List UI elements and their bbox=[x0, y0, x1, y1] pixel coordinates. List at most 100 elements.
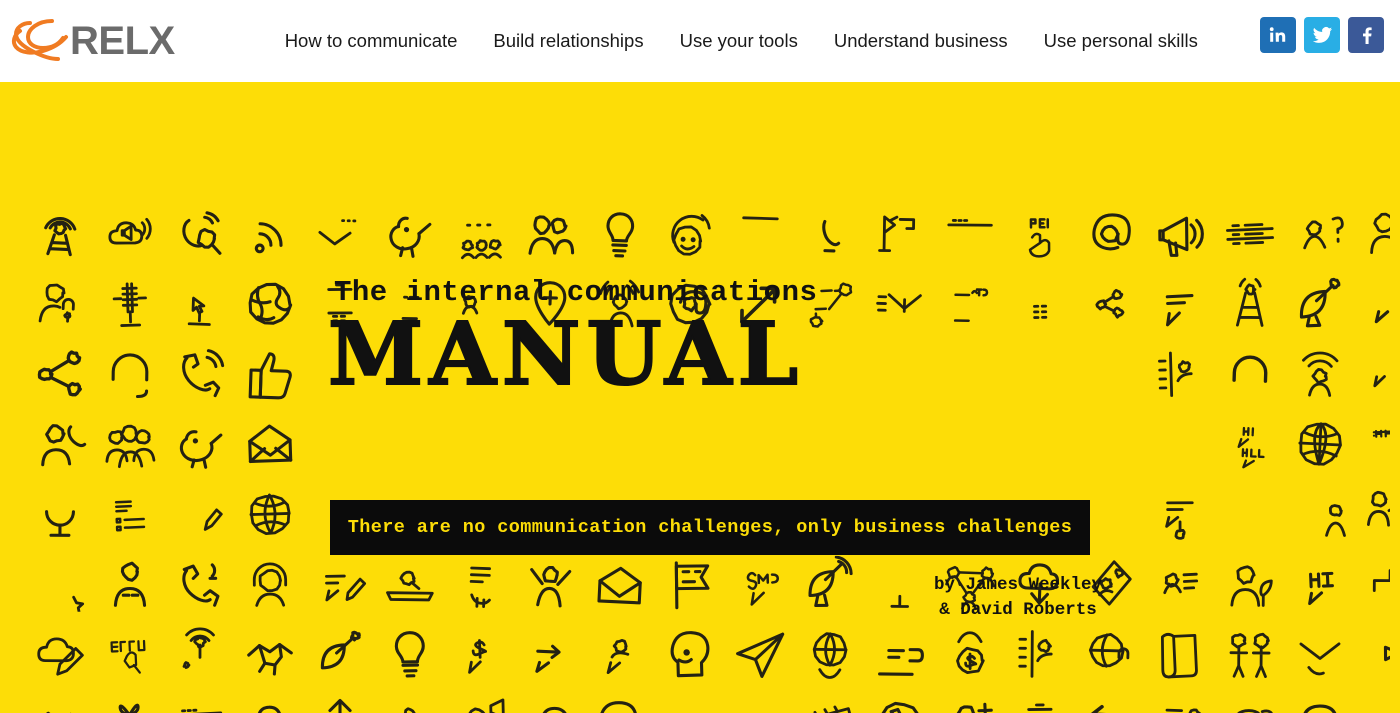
person-cheer-icon bbox=[521, 555, 580, 614]
dashboard-window-icon: M15.907781601374868 21.781225325437834 L… bbox=[942, 206, 998, 262]
handshake-icon bbox=[31, 695, 90, 713]
lightbulb-chat-icon bbox=[381, 625, 438, 682]
satellite-icon bbox=[802, 555, 859, 613]
person-add-icon bbox=[941, 695, 999, 713]
globe-hand-icon bbox=[802, 626, 859, 683]
hero-tagline-text: There are no communication challenges, o… bbox=[347, 517, 1073, 538]
speech-pencil-icon: M20.95784664198656 23.312045218102654 L6… bbox=[311, 555, 368, 612]
megaphone-icon bbox=[1152, 206, 1209, 263]
presenter-board-icon: M58.055284023310655 48.49985848483623 L8… bbox=[1361, 485, 1390, 543]
satellite-dish-small-icon bbox=[311, 625, 368, 682]
calculator-icon: M32.05759011304825 6.652719021147452 L68… bbox=[1361, 695, 1390, 713]
tv-screen-icon: M18.723597528284227 20.792563438784594 L… bbox=[732, 696, 789, 713]
support-agent-icon: M17.887508393678587 49.006015778987674 L… bbox=[242, 556, 299, 613]
rss-feed-icon: M24.405946254919257 14.745479226459507 L… bbox=[242, 206, 299, 263]
megaphone-person-icon bbox=[451, 695, 508, 713]
nav-item-use-personal-skills[interactable]: Use personal skills bbox=[1044, 30, 1198, 52]
phone-search-icon bbox=[172, 206, 229, 263]
contact-book-icon: M28.586766840697624 13.127224923636403 L… bbox=[1151, 345, 1209, 403]
speech-pair-icon: M21.453827620695264 18.778390885693202 L… bbox=[1361, 345, 1390, 403]
mobile-link-icon: M37.4457435619299 8.69349288972723 L64.7… bbox=[662, 696, 718, 713]
head-heart-icon bbox=[592, 696, 649, 713]
money-person-icon bbox=[942, 626, 998, 682]
submit-button-icon: M13.513604760409148 16.752167941421348 L… bbox=[101, 625, 159, 683]
brand-logo[interactable]: RELX bbox=[8, 15, 175, 67]
twitter-icon[interactable] bbox=[1304, 17, 1340, 53]
relx-ampersand-mark-icon bbox=[8, 15, 70, 67]
cloud-megaphone-icon bbox=[102, 206, 158, 262]
server-rack-icon: M14.934858680672413 26.04836177921312 L8… bbox=[1221, 205, 1279, 263]
cloud-sync-icon bbox=[241, 695, 299, 713]
coffee-mug-icon: M24.41906261556738 29.645133019259728 L6… bbox=[872, 626, 929, 683]
phone-idea-icon bbox=[172, 556, 228, 612]
headset-icon: M14.014556407935245 56.06152497514222 L2… bbox=[102, 346, 159, 403]
facebook-icon[interactable] bbox=[1348, 17, 1384, 53]
nav-item-build-relationships[interactable]: Build relationships bbox=[493, 30, 643, 52]
presenter-chat-icon: M19.26485633908997 12.270730972416107 L5… bbox=[1151, 695, 1209, 713]
satellite-document-icon: M58.92791175978627 43.43439674444236 L82… bbox=[872, 206, 929, 263]
hi-hello-bubbles-icon: M29.230110169029846 13.921875001826265 L… bbox=[1221, 415, 1279, 473]
linkedin-icon[interactable] bbox=[1260, 17, 1296, 53]
share-icon bbox=[31, 345, 88, 402]
news-list-icon: M19.012411237234442 15.977298260655859 L… bbox=[101, 485, 159, 543]
contact-list-icon: M27.649587631528075 10.020895124422804 L… bbox=[1012, 626, 1068, 682]
person-lock-icon: M50.64656829864093 58.15174877743784 L78… bbox=[1361, 205, 1390, 263]
vcard-icon: M19.534843075803874 17.01585817384341 L8… bbox=[1151, 555, 1210, 614]
nav-item-understand-business[interactable]: Understand business bbox=[834, 30, 1008, 52]
at-symbol-icon bbox=[1082, 206, 1138, 262]
radio-tower-icon bbox=[1222, 276, 1279, 333]
flag-icon bbox=[662, 556, 719, 613]
nav-item-how-to-communicate[interactable]: How to communicate bbox=[285, 30, 458, 52]
person-call-icon bbox=[31, 415, 89, 473]
clipboard-icon: M24.118049741311953 15.631543637081768 L… bbox=[1221, 485, 1279, 543]
globe-lock-icon: M63.02076339862345 54.36674880998523 L86… bbox=[1081, 625, 1138, 682]
hi-bubble-icon: M21.307444692266845 19.23897218761918 L7… bbox=[1291, 555, 1350, 614]
wifi-router-icon: M15.943416595898297 57.475010039040356 L… bbox=[172, 626, 228, 682]
document-star-icon: M27.070954324244966 13.92496204558991 L7… bbox=[32, 556, 89, 613]
scroll-document-icon: M49.420825572181876 33.88765907352216 L7… bbox=[1151, 625, 1210, 684]
envelope-chat-icon: M17.601689338964267 45.99187576863537 L6… bbox=[311, 205, 368, 262]
cloud-pencil-icon bbox=[32, 626, 88, 682]
monitor-cursor-icon: M15.907106399958536 16.72520649466906 L8… bbox=[171, 275, 229, 333]
broadcast-user-icon bbox=[1291, 345, 1348, 402]
nav-item-use-your-tools[interactable]: Use your tools bbox=[680, 30, 798, 52]
person-lock-icon: M52.19104528529152 57.67869520265548 L78… bbox=[31, 275, 90, 334]
satellite-dish-icon bbox=[1291, 275, 1349, 333]
hero-title-block: The internal communications MANUAL There… bbox=[320, 278, 1102, 620]
site-header: RELX How to communicate Build relationsh… bbox=[0, 0, 1400, 82]
globe-wire-icon bbox=[241, 485, 299, 543]
idea-person-icon: M27.05423641347058 18.52946758388051 L75… bbox=[591, 625, 649, 683]
gift-box-icon: M18.63490306149931 32.107699394276224 L8… bbox=[101, 695, 160, 713]
thumbs-up-icon bbox=[241, 345, 299, 403]
projector-icon: M18.776363016933374 47.899653435638015 L… bbox=[381, 695, 439, 713]
person-plant-icon bbox=[1222, 556, 1279, 613]
post-hand-icon: M26.1473970418551 13.165421487374893 L73… bbox=[1012, 206, 1068, 262]
paper-plane-icon bbox=[732, 626, 789, 683]
globe-icon bbox=[241, 275, 300, 334]
chat-bubble-icon: M21.70228445702339 17.749406815389825 L7… bbox=[1151, 275, 1210, 334]
presenter-icon: M19.770927907792352 12.107092380573551 L… bbox=[1292, 486, 1348, 542]
headphones-icon: M18.19100761469035 59.10989189292765 L23… bbox=[1221, 345, 1279, 403]
byline-line-1: by James Weekley bbox=[933, 575, 1103, 595]
browser-window-icon: M17.101707683457857 16.63554525404961 L8… bbox=[171, 695, 230, 713]
main-navigation: How to communicate Build relationships U… bbox=[285, 30, 1198, 52]
person-badge-icon bbox=[102, 556, 158, 612]
group-chat-icon: M22.265043974511812 18.81913733613637 L7… bbox=[452, 206, 509, 263]
mail-open-icon: M31.87477767531517 30.989516617026887 L6… bbox=[591, 555, 650, 614]
sms-bubble-icon: M20.43146145410438 16.49849844002095 L80… bbox=[731, 555, 789, 613]
arrow-bubble-icon: M20.632082940373607 25.45419216223722 L8… bbox=[521, 625, 580, 684]
money-chat-icon: M25.700532080466175 17.50444269343486 L7… bbox=[451, 625, 509, 683]
social-links bbox=[1260, 17, 1384, 53]
speech-bubble-lines-icon: M21.850276471977253 20.313214779977322 L… bbox=[1362, 276, 1390, 333]
microphone-stand-icon: M48.01747846604207 11.727685556620212 L4… bbox=[32, 486, 88, 542]
video-play-icon: M18.655265809341923 20.77165222297034 L8… bbox=[1362, 626, 1390, 683]
upload-chat-icon: M23.564488412609553 48.10884952643367 L7… bbox=[312, 696, 368, 713]
brand-logo-text: RELX bbox=[70, 19, 175, 63]
broadcast-tower-icon bbox=[31, 205, 90, 264]
lightbulb-person-icon bbox=[591, 205, 649, 263]
phone-circle-icon bbox=[872, 696, 928, 713]
org-chart-icon: M39.22368097408846 7.780418873662324 L59… bbox=[1362, 556, 1390, 612]
handshake-idea-icon bbox=[241, 625, 300, 684]
arrows-exchange-icon bbox=[1081, 695, 1140, 713]
bird-icon bbox=[171, 415, 230, 474]
